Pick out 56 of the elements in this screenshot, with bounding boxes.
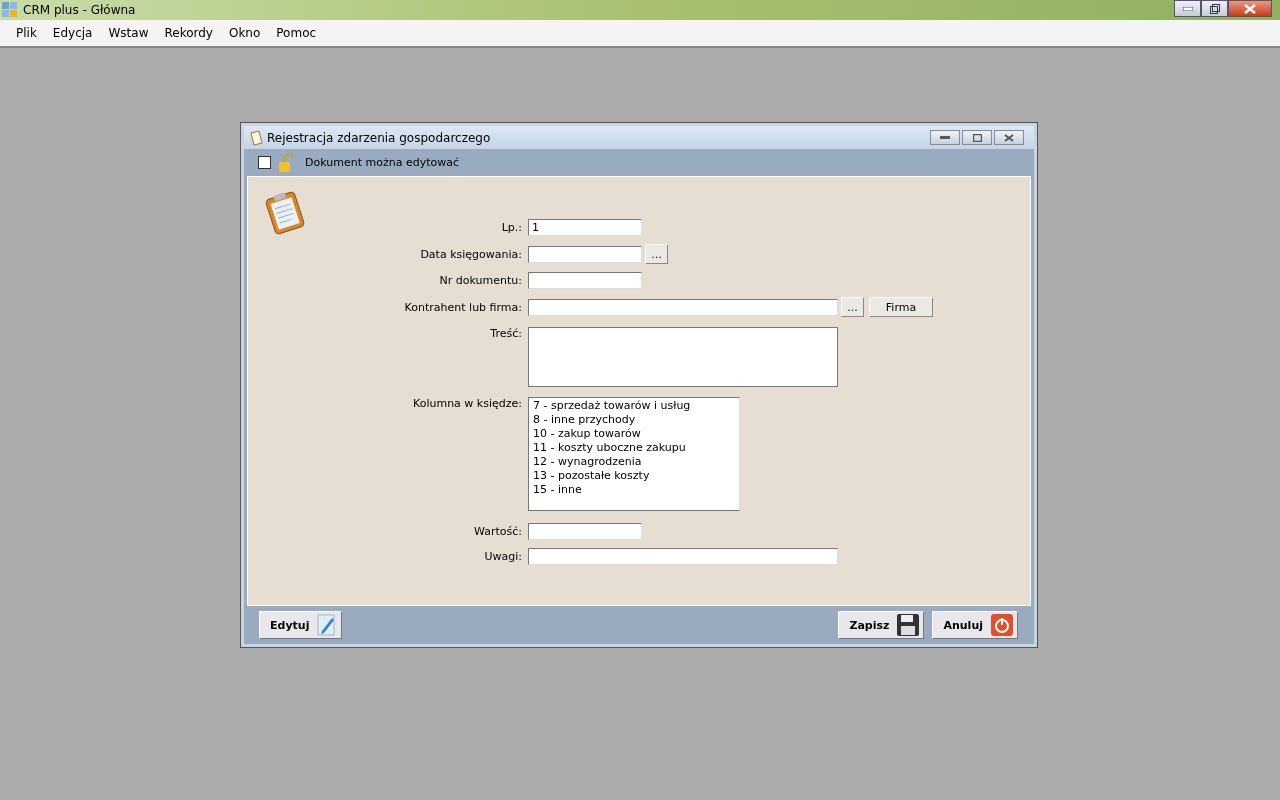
save-button[interactable]: Zapisz (838, 611, 925, 639)
field-label: Uwagi: (483, 550, 522, 563)
minimize-button[interactable] (930, 130, 960, 145)
list-item[interactable]: 8 - inne przychody (533, 413, 735, 427)
restore-icon (1209, 3, 1220, 14)
company-button[interactable]: Firma (869, 297, 933, 317)
field-label: Nr dokumentu: (438, 274, 522, 287)
window-title: CRM plus - Główna (23, 3, 136, 17)
input-field[interactable] (528, 272, 642, 289)
list-item[interactable]: 15 - inne (533, 483, 735, 497)
menu-item[interactable]: Rekordy (156, 26, 221, 40)
checkbox[interactable] (258, 156, 271, 169)
close-icon (1244, 3, 1256, 14)
restore-button[interactable] (1201, 0, 1228, 17)
browse-button[interactable]: ... (841, 297, 864, 317)
list-box[interactable]: 7 - sprzedaż towarów i usług 8 - inne przychody 10 - zakup towarów 11 - koszty uboczne zakupu 12 - wynagrodzenia 13 - pozostałe koszty 15 - inne (528, 397, 740, 511)
menu-item[interactable]: Edycja (44, 26, 101, 40)
field-label: Kolumna w księdze: (412, 396, 522, 410)
list-item[interactable]: 10 - zakup towarów (533, 427, 735, 441)
pencil-icon (317, 614, 338, 636)
browse-button[interactable]: ... (645, 244, 668, 264)
field-label: Treść: (489, 326, 522, 340)
field-label: Data księgowania: (419, 247, 522, 261)
list-item[interactable]: 7 - sprzedaż towarów i usług (533, 399, 735, 413)
minimize-icon (940, 136, 950, 139)
field-label: Lp.: (500, 221, 522, 234)
field-label: Kontrahent lub firma: (403, 300, 522, 314)
list-item[interactable]: 12 - wynagrodzenia (533, 455, 735, 469)
input-field[interactable] (528, 548, 838, 565)
checkbox-label: Dokument można edytować (305, 156, 459, 169)
minimize-button[interactable] (1174, 0, 1201, 17)
close-button[interactable] (994, 130, 1024, 145)
list-item[interactable]: 13 - pozostałe koszty (533, 469, 735, 483)
edit-button[interactable]: Edytuj (259, 611, 343, 639)
list-item[interactable]: 11 - koszty uboczne zakupu (533, 441, 735, 455)
input-field[interactable] (528, 298, 838, 316)
menu-item[interactable]: Wstaw (100, 26, 157, 40)
input-field[interactable] (528, 245, 642, 263)
maximize-button[interactable] (962, 130, 992, 145)
document-icon (249, 129, 263, 146)
input-field[interactable]: 1 (528, 219, 642, 236)
power-icon (991, 614, 1013, 636)
padlock-icon (279, 153, 293, 172)
menu-item[interactable]: Plik (8, 26, 45, 40)
dialog-title: Rejestracja zdarzenia gospodarczego (267, 130, 491, 145)
menu-item[interactable]: Pomoc (268, 26, 325, 40)
input-field[interactable] (528, 523, 642, 540)
menu-item[interactable]: Okno (220, 26, 269, 40)
cancel-button[interactable]: Anuluj (932, 611, 1018, 639)
minimize-icon (1182, 6, 1193, 11)
maximize-icon (972, 133, 982, 142)
text-area[interactable] (528, 327, 838, 387)
close-icon (1004, 133, 1014, 142)
field-label: Wartość: (473, 525, 522, 538)
app-icon (2, 2, 18, 18)
close-button[interactable] (1228, 0, 1272, 17)
